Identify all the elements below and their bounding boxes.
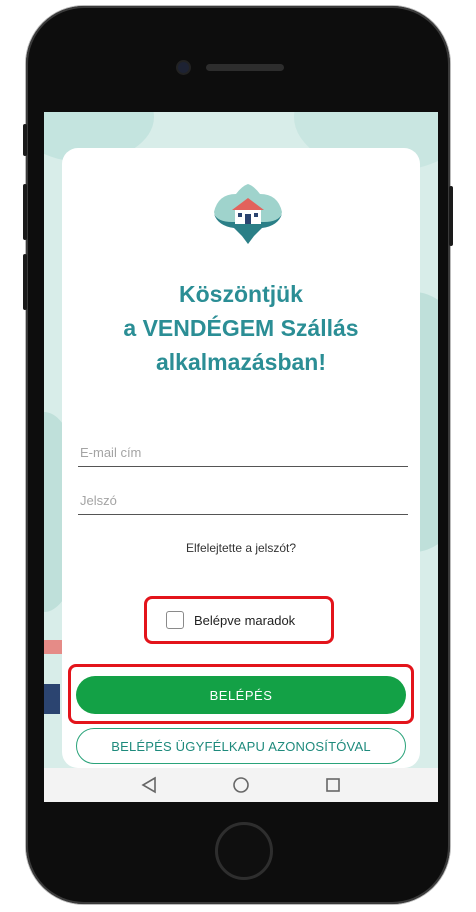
app-screen: Köszöntjük a VENDÉGEM Szállás alkalmazás… — [44, 112, 438, 802]
mute-switch — [23, 124, 27, 156]
welcome-line-1: Köszöntjük — [179, 281, 303, 307]
volume-down-button — [23, 254, 27, 310]
password-input[interactable] — [78, 493, 412, 508]
remember-me-row[interactable]: Belépve maradok — [166, 605, 295, 635]
hardware-home-button[interactable] — [215, 822, 273, 880]
ugyfelkapu-login-button[interactable]: BELÉPÉS ÜGYFÉLKAPU AZONOSÍTÓVAL — [76, 728, 406, 764]
house-logo-icon — [214, 184, 282, 244]
android-nav-bar — [44, 768, 438, 802]
earpiece-speaker — [206, 64, 284, 71]
recents-icon[interactable] — [323, 775, 343, 795]
welcome-line-3: alkalmazásban! — [155, 349, 327, 375]
welcome-line-2: a VENDÉGEM Szállás — [123, 315, 359, 341]
remember-me-label: Belépve maradok — [194, 612, 296, 628]
login-card: Köszöntjük a VENDÉGEM Szállás alkalmazás… — [62, 148, 420, 768]
login-button[interactable]: BELÉPÉS — [76, 676, 406, 714]
bg-decoration-navy — [44, 684, 60, 714]
bg-decoration-red — [44, 640, 64, 654]
volume-up-button — [23, 184, 27, 240]
email-input[interactable] — [78, 445, 412, 460]
password-field — [78, 480, 412, 515]
phone-frame: Köszöntjük a VENDÉGEM Szállás alkalmazás… — [23, 6, 453, 904]
remember-me-checkbox[interactable] — [166, 611, 184, 629]
email-field — [78, 432, 412, 467]
back-icon[interactable] — [139, 775, 159, 795]
front-camera — [178, 62, 189, 73]
home-icon[interactable] — [231, 775, 251, 795]
power-button — [449, 186, 453, 246]
forgot-password-link[interactable]: Elfelejtette a jelszót? — [62, 541, 420, 555]
